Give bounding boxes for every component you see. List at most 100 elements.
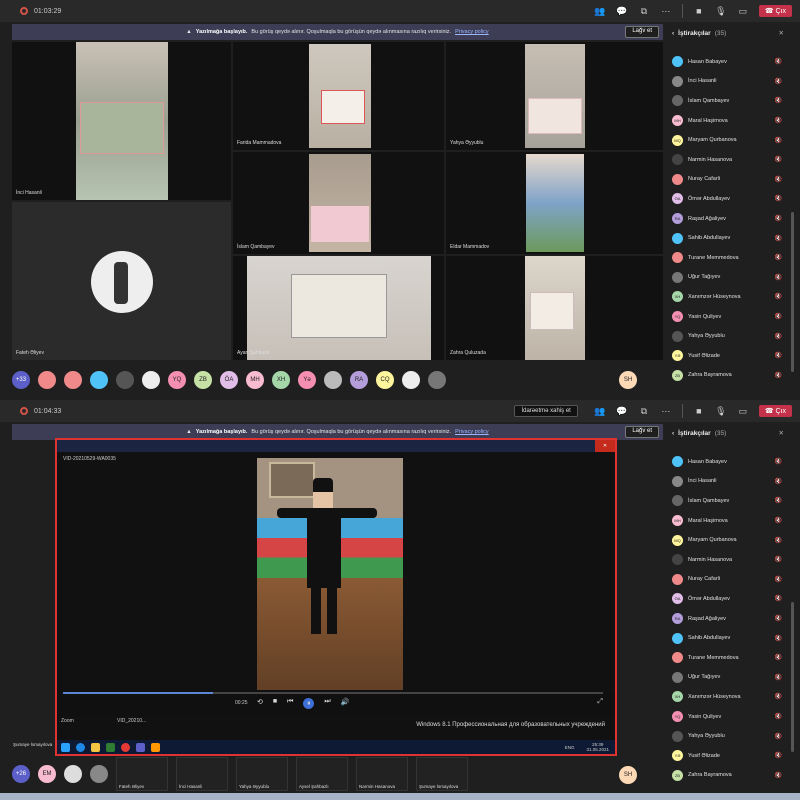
participant-row[interactable]: Uğur Tağıyev 🔇 xyxy=(664,268,800,288)
excel-icon[interactable] xyxy=(106,742,115,752)
participant-row[interactable]: Hasan Babayev 🔇 xyxy=(664,52,800,72)
chat-icon[interactable]: 💬 xyxy=(616,405,628,417)
participant-row[interactable]: İnci Hasanli 🔇 xyxy=(664,72,800,92)
chat-icon[interactable]: 💬 xyxy=(616,5,628,17)
participant-row[interactable]: MQ Maryam Qurbanova 🔇 xyxy=(664,530,800,550)
rooms-icon[interactable]: ⧉ xyxy=(638,405,650,417)
participant-row[interactable]: Narmin Hasanova 🔇 xyxy=(664,150,800,170)
video-thumbnail[interactable]: Yahya Əyyublu xyxy=(236,757,288,791)
participant-row[interactable]: Turane Memmedova 🔇 xyxy=(664,248,800,268)
video-thumbnail[interactable]: Fateh Əliyev xyxy=(116,757,168,791)
participant-row[interactable]: Nuray Cafarli 🔇 xyxy=(664,570,800,590)
video-tile[interactable]: İslam Qambayev xyxy=(233,152,444,254)
participant-row[interactable]: MQ Maryam Qurbanova 🔇 xyxy=(664,130,800,150)
mic-icon[interactable]: 🎙 xyxy=(715,5,727,17)
camera-icon[interactable]: ■ xyxy=(693,5,705,17)
video-tile[interactable]: Eldar Mammadov xyxy=(446,152,663,254)
participant-row[interactable]: Narmin Hasanova 🔇 xyxy=(664,550,800,570)
avatar[interactable] xyxy=(64,765,82,783)
participant-row[interactable]: MH Maral Haşimova 🔇 xyxy=(664,111,800,131)
request-control-button[interactable]: İdarəetmə xahiş et xyxy=(514,405,578,417)
more-icon[interactable]: ⋯ xyxy=(660,405,672,417)
participant-row[interactable]: YƏ Yusif Əlizade 🔇 xyxy=(664,746,800,766)
avatar[interactable]: ZB xyxy=(194,371,212,389)
participant-row[interactable]: İslam Qambayev 🔇 xyxy=(664,491,800,511)
dismiss-button[interactable]: Lağv et xyxy=(625,426,659,438)
overflow-badge[interactable]: +33 xyxy=(12,371,30,389)
video-thumbnail[interactable]: İnci Hasanli xyxy=(176,757,228,791)
avatar[interactable]: CQ xyxy=(376,371,394,389)
avatar[interactable]: Yə xyxy=(298,371,316,389)
participant-row[interactable]: Yahya Əyyublu 🔇 xyxy=(664,726,800,746)
avatar[interactable] xyxy=(64,371,82,389)
avatar[interactable]: XH xyxy=(272,371,290,389)
scrollbar[interactable] xyxy=(791,212,794,372)
participant-row[interactable]: Yahya Əyyublu 🔇 xyxy=(664,326,800,346)
participant-row[interactable]: MH Maral Haşimova 🔇 xyxy=(664,511,800,531)
more-icon[interactable]: ⋯ xyxy=(660,5,672,17)
avatar[interactable] xyxy=(324,371,342,389)
participant-row[interactable]: Sahib Abdullayev 🔇 xyxy=(664,228,800,248)
participant-row[interactable]: YQ Yasin Quliyev 🔇 xyxy=(664,707,800,727)
participant-row[interactable]: YQ Yasin Quliyev 🔇 xyxy=(664,307,800,327)
participant-row[interactable]: RA Raşad Ağaliyev 🔇 xyxy=(664,609,800,629)
participant-row[interactable]: Nuray Cafarli 🔇 xyxy=(664,170,800,190)
next-icon[interactable]: ⏭ xyxy=(324,698,330,709)
participant-row[interactable]: YƏ Yusif Əlizade 🔇 xyxy=(664,346,800,366)
avatar[interactable] xyxy=(402,371,420,389)
participant-row[interactable]: İslam Qambayev 🔇 xyxy=(664,91,800,111)
camera-icon[interactable]: ■ xyxy=(693,405,705,417)
avatar[interactable] xyxy=(90,765,108,783)
pause-icon[interactable]: ⏸ xyxy=(303,698,315,709)
participant-row[interactable]: ZB Zahra Bayramova 🔇 xyxy=(664,366,800,386)
participant-row[interactable]: Hasan Babayev 🔇 xyxy=(664,452,800,472)
chevron-left-icon[interactable]: ‹ xyxy=(672,430,674,437)
people-icon[interactable]: 👥 xyxy=(594,5,606,17)
stop-icon[interactable]: ■ xyxy=(273,698,277,709)
participant-row[interactable]: Uğur Tağıyev 🔇 xyxy=(664,668,800,688)
leave-button[interactable]: ☎ Çıx xyxy=(758,405,792,417)
avatar[interactable] xyxy=(142,371,160,389)
seek-bar[interactable] xyxy=(63,692,603,694)
chevron-left-icon[interactable]: ‹ xyxy=(672,30,674,37)
close-icon[interactable]: ✕ xyxy=(779,29,784,37)
avatar[interactable]: MH xyxy=(246,371,264,389)
avatar[interactable] xyxy=(38,371,56,389)
participant-row[interactable]: ÖA Ömər Abdullayev 🔇 xyxy=(664,189,800,209)
ie-icon[interactable] xyxy=(76,742,85,752)
participant-row[interactable]: XH Xanımzər Hüseynova 🔇 xyxy=(664,287,800,307)
participant-row[interactable]: RA Raşad Ağaliyev 🔇 xyxy=(664,209,800,229)
dismiss-button[interactable]: Lağv et xyxy=(625,26,659,38)
share-icon[interactable]: ▭ xyxy=(737,5,749,17)
overflow-badge[interactable]: +26 xyxy=(12,765,30,783)
shared-screen[interactable]: ✕ VID-20210529-WA0035 00:25 ⟲ ■ ⏮ ⏸ ⏭ 🔊 … xyxy=(13,438,617,756)
people-icon[interactable]: 👥 xyxy=(594,405,606,417)
avatar[interactable] xyxy=(428,371,446,389)
avatar[interactable]: RA xyxy=(350,371,368,389)
participant-row[interactable]: ZB Zahra Bayramova 🔇 xyxy=(664,766,800,786)
my-avatar[interactable]: SH xyxy=(619,766,637,784)
participant-row[interactable]: XH Xanımzər Hüseynova 🔇 xyxy=(664,687,800,707)
close-icon[interactable]: ✕ xyxy=(779,429,784,437)
windows-start-icon[interactable] xyxy=(61,742,70,752)
participant-row[interactable]: Turane Memmedova 🔇 xyxy=(664,648,800,668)
participant-row[interactable]: Sahib Abdullayev 🔇 xyxy=(664,628,800,648)
chrome-icon[interactable] xyxy=(121,742,130,752)
video-thumbnail[interactable]: Narmin Hasanova xyxy=(356,757,408,791)
leave-button[interactable]: ☎ Çıx xyxy=(758,5,792,17)
video-tile[interactable]: Farida Mammadova xyxy=(233,42,444,150)
my-avatar[interactable]: SH xyxy=(619,371,637,389)
share-icon[interactable]: ▭ xyxy=(737,405,749,417)
avatar[interactable] xyxy=(116,371,134,389)
video-tile[interactable]: Zahra Quluzada xyxy=(446,256,663,360)
teams-icon[interactable] xyxy=(136,742,145,752)
video-tile[interactable]: İnci Hasanli xyxy=(12,42,231,200)
privacy-link[interactable]: Privacy policy xyxy=(455,429,489,435)
privacy-link[interactable]: Privacy policy xyxy=(455,29,489,35)
rewind-icon[interactable]: ⟲ xyxy=(257,698,263,709)
avatar[interactable]: ÖA xyxy=(220,371,238,389)
video-tile[interactable]: Fateh Əliyev xyxy=(12,202,231,360)
fullscreen-icon[interactable]: ⤢ xyxy=(597,698,603,706)
video-thumbnail[interactable]: Aysel Şahbazlı xyxy=(296,757,348,791)
close-icon[interactable]: ✕ xyxy=(595,440,615,452)
